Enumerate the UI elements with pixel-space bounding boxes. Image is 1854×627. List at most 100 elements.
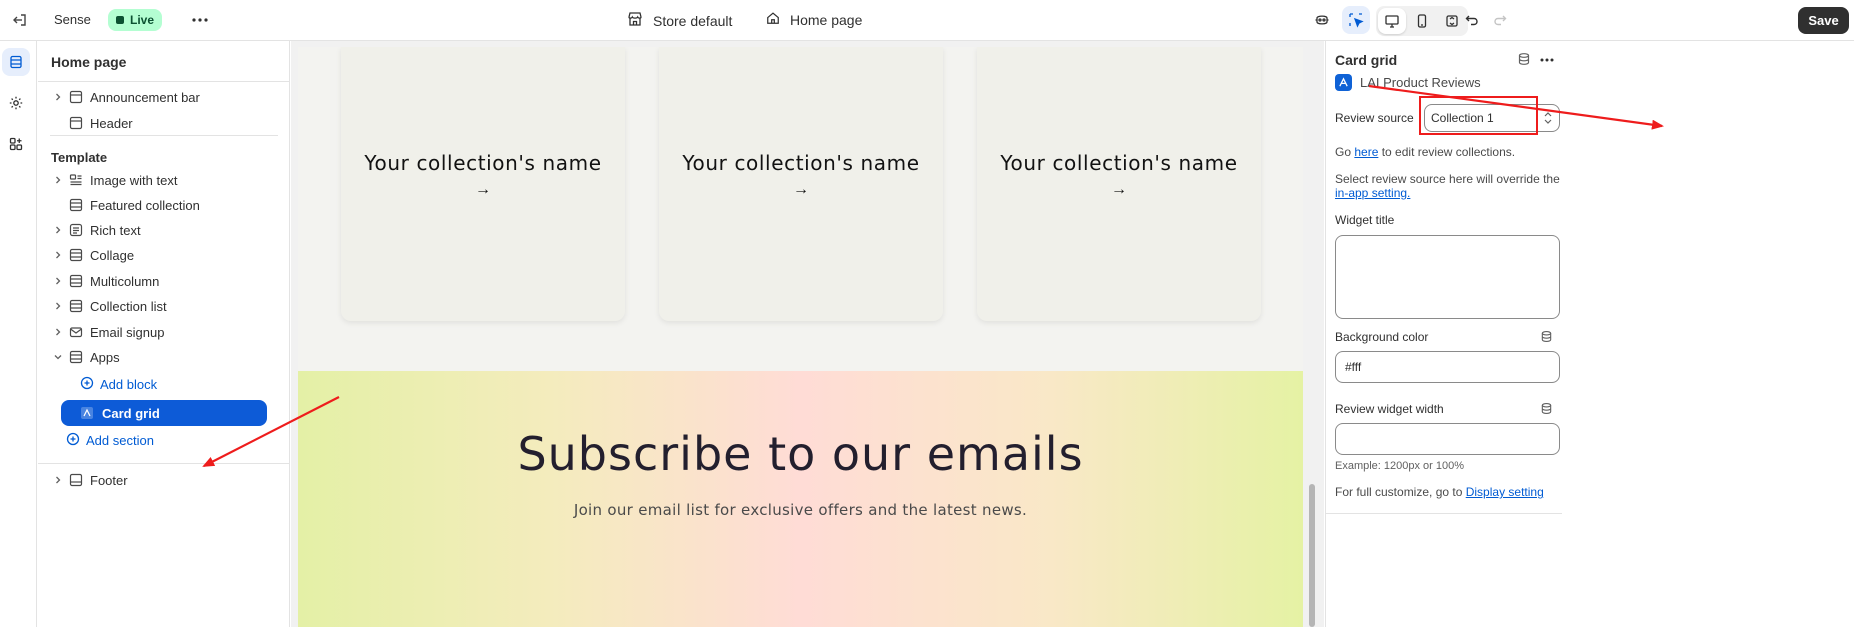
sidebar-title: Home page — [51, 54, 127, 70]
widget-title-input[interactable] — [1335, 235, 1560, 319]
sidebar-item-label: Collection list — [90, 298, 167, 314]
sidebar-item-label: Announcement bar — [90, 89, 200, 105]
add-section-button[interactable]: Add section — [66, 430, 154, 450]
customize-help: For full customize, go to Display settin… — [1335, 485, 1544, 499]
sidebar-item-multicolumn[interactable]: Multicolumn — [50, 269, 159, 293]
image-text-icon — [68, 172, 84, 188]
display-setting-link[interactable]: Display setting — [1466, 485, 1544, 499]
chevron-right-icon[interactable] — [50, 276, 66, 286]
store-selector[interactable]: Store default — [627, 11, 732, 30]
sidebar-item-featured-collection[interactable]: Featured collection — [50, 193, 200, 217]
desktop-view-icon[interactable] — [1378, 8, 1406, 34]
dynamic-source-icon[interactable] — [1540, 402, 1553, 418]
section-icon — [68, 115, 84, 131]
save-button[interactable]: Save — [1798, 7, 1849, 34]
width-example-note: Example: 1200px or 100% — [1335, 460, 1465, 472]
review-widget-width-input[interactable] — [1335, 423, 1560, 455]
chevron-right-icon[interactable] — [50, 225, 66, 235]
sidebar-item-card-grid[interactable]: Card grid — [61, 400, 267, 426]
add-block-button[interactable]: Add block — [80, 374, 157, 394]
section-icon — [68, 89, 84, 105]
background-color-label: Background color — [1335, 330, 1429, 344]
store-label: Store default — [653, 12, 733, 29]
app-block-icon — [80, 406, 94, 420]
override-help: Select review source here will override … — [1335, 172, 1560, 200]
top-bar: Sense Live Store default Home page Save — [0, 0, 1854, 41]
email-icon — [68, 324, 84, 340]
edit-collections-help: Go here to edit review collections. — [1335, 145, 1516, 159]
arrow-right-icon: → — [1111, 181, 1127, 198]
app-embeds-icon[interactable] — [2, 130, 30, 158]
app-source: LAI Product Reviews — [1335, 74, 1481, 91]
sidebar-item-collection-list[interactable]: Collection list — [50, 294, 167, 318]
home-icon — [766, 11, 780, 28]
chevron-right-icon[interactable] — [50, 475, 66, 485]
settings-gear-icon[interactable] — [2, 89, 30, 117]
chevron-right-icon[interactable] — [50, 301, 66, 311]
more-actions-icon[interactable] — [188, 8, 212, 32]
collection-card[interactable]: Your collection's name → — [341, 47, 625, 321]
sections-icon[interactable] — [2, 48, 30, 76]
section-icon — [68, 247, 84, 263]
divider — [38, 463, 290, 464]
section-icon — [68, 298, 84, 314]
arrow-right-icon: → — [793, 181, 809, 198]
chevron-down-icon[interactable] — [50, 352, 66, 362]
edit-collections-link[interactable]: here — [1354, 145, 1378, 159]
sidebar-item-image-with-text[interactable]: Image with text — [50, 168, 177, 192]
theme-name[interactable]: Sense — [54, 12, 91, 27]
background-color-input[interactable]: #fff — [1335, 351, 1560, 383]
collection-card-title: Your collection's name — [682, 151, 920, 175]
sidebar-item-collage[interactable]: Collage — [50, 243, 134, 267]
chevron-right-icon[interactable] — [50, 92, 66, 102]
sidebar-item-label: Footer — [90, 472, 128, 488]
sidebar-item-header[interactable]: Header — [50, 111, 133, 135]
subscribe-text: Join our email list for exclusive offers… — [573, 501, 1028, 519]
chevron-right-icon[interactable] — [50, 175, 66, 185]
in-app-setting-link[interactable]: in-app setting. — [1335, 186, 1410, 200]
template-heading: Template — [51, 150, 108, 165]
footer-section-icon — [68, 472, 84, 488]
exit-icon[interactable] — [10, 10, 30, 30]
collection-card[interactable]: Your collection's name → — [659, 47, 943, 321]
store-preview[interactable]: Your collection's name → Your collection… — [298, 47, 1303, 627]
sidebar-item-announcement-bar[interactable]: Announcement bar — [50, 85, 200, 109]
widget-title-label: Widget title — [1335, 213, 1395, 227]
page-selector[interactable]: Home page — [766, 11, 862, 28]
collection-card[interactable]: Your collection's name → — [977, 47, 1261, 321]
email-signup-section[interactable]: Subscribe to our emails Join our email l… — [298, 371, 1303, 627]
undo-icon[interactable] — [1458, 6, 1486, 34]
app-name: LAI Product Reviews — [1360, 75, 1481, 90]
more-options-icon[interactable] — [1536, 49, 1558, 71]
live-badge: Live — [108, 9, 163, 31]
selected-block-label: Card grid — [102, 405, 160, 421]
scrollbar-thumb[interactable] — [1309, 484, 1315, 627]
text-icon — [68, 222, 84, 238]
preview-scrollbar[interactable] — [1307, 41, 1317, 627]
sidebar-item-footer[interactable]: Footer — [50, 468, 128, 492]
plus-circle-icon — [80, 376, 94, 393]
dynamic-source-icon[interactable] — [1540, 330, 1553, 346]
mobile-view-icon[interactable] — [1408, 8, 1436, 34]
sidebar-item-rich-text[interactable]: Rich text — [50, 218, 141, 242]
chevron-right-icon[interactable] — [50, 327, 66, 337]
lai-app-logo-icon — [1335, 74, 1352, 91]
section-icon — [68, 197, 84, 213]
section-icon — [68, 349, 84, 365]
sidebar-item-email-signup[interactable]: Email signup — [50, 320, 164, 344]
settings-panel: Card grid LAI Product Reviews Review sou… — [1325, 41, 1854, 627]
chevron-right-icon[interactable] — [50, 250, 66, 260]
sidebar-item-apps[interactable]: Apps — [50, 345, 120, 369]
select-caret-icon — [1543, 111, 1553, 128]
sidebar-item-label: Image with text — [90, 172, 178, 188]
plus-circle-icon — [66, 432, 80, 449]
redo-icon[interactable] — [1486, 6, 1514, 34]
dynamic-source-icon[interactable] — [1517, 52, 1531, 69]
inspector-cursor-icon[interactable] — [1342, 6, 1370, 34]
subscribe-title: Subscribe to our emails — [517, 427, 1084, 481]
left-rail — [0, 41, 37, 627]
divider — [38, 81, 290, 82]
divider — [1326, 513, 1562, 514]
ai-assistant-icon[interactable] — [1308, 6, 1336, 34]
add-block-label: Add block — [100, 376, 158, 392]
